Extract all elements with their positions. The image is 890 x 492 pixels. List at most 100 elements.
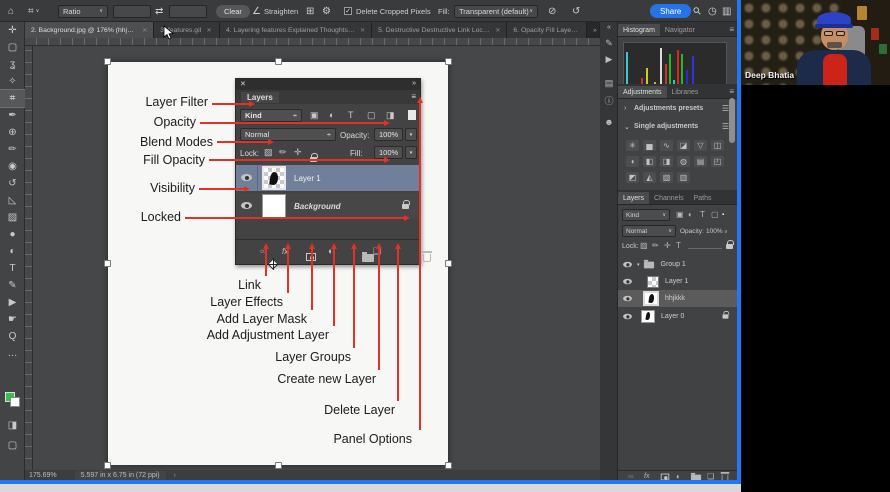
crop-handle[interactable] [104,260,111,267]
gradient-tool[interactable]: ▨ [0,209,25,226]
learn-panel-icon[interactable]: ✎ [600,38,618,49]
status-arrow-icon[interactable]: › [174,472,176,479]
fill-slider-track[interactable] [688,248,722,249]
crop-handle[interactable] [275,462,282,469]
reset-crop-icon[interactable]: ↺ [572,6,580,17]
crop-handle[interactable] [445,58,452,65]
adjustment-icon[interactable]: ◫ [711,140,724,151]
visibility-eye-icon[interactable] [623,314,632,320]
new-layer-icon[interactable]: ❏ [707,473,714,481]
layer-effects-icon[interactable]: fx [644,473,649,481]
layer-row-layer1[interactable]: Layer 1 [618,273,737,290]
tool-preset-chevron-icon[interactable]: ∨ [36,8,40,14]
straighten-icon[interactable]: ∠ [252,6,261,17]
search-icon[interactable]: ⚲ [691,5,704,18]
tab-adjustments[interactable]: Adjustments [618,86,667,98]
add-adjustment-layer-icon[interactable]: ◐ [676,473,681,481]
color-swatches[interactable] [5,392,21,408]
crop-handle[interactable] [104,58,111,65]
crop-handle[interactable] [104,462,111,469]
layer-name[interactable]: hhjkkk [665,295,685,302]
document-tab-opacity[interactable]: 6. Opacity Fill Layer Styles [507,22,587,38]
zoom-tool[interactable]: Q [0,328,25,345]
tab-layers[interactable]: Layers [618,192,649,204]
single-adjustments-row[interactable]: ⌄ Single adjustments ☰ [618,120,737,135]
add-layer-mask-icon[interactable] [661,474,670,481]
blur-tool[interactable]: ● [0,226,25,243]
document[interactable]: ✕ » Layers ≡ Kind ÷ ▣ ◐ T ▢ [108,62,448,465]
adjustment-icon[interactable]: ▧ [660,172,673,183]
type-tool[interactable]: T [0,260,25,277]
crop-handle[interactable] [445,462,452,469]
visibility-eye-icon[interactable] [623,262,632,268]
layers-filter-type-icon[interactable]: T [700,211,705,219]
history-clock-icon[interactable]: ◷ [708,6,717,17]
visibility-eye-icon[interactable] [623,279,632,285]
adjustment-icon[interactable]: ✳ [626,140,639,151]
canvas-area[interactable]: ✕ » Layers ≡ Kind ÷ ▣ ◐ T ▢ [33,46,600,470]
tab-histogram[interactable]: Histogram [618,24,660,36]
more-tabs-chevron-icon[interactable]: » [587,22,600,38]
tab-libraries[interactable]: Libraries [667,86,704,98]
screen-mode-icon[interactable]: ▢ [0,437,25,454]
adjustment-icon[interactable]: ◧ [643,156,656,167]
layer-row-group1[interactable]: ▾ Group 1 [618,256,737,273]
overlay-options-icon[interactable]: ⊞ [306,6,314,17]
pen-tool[interactable]: ✎ [0,277,25,294]
straighten-label[interactable]: Straighten [264,7,298,16]
close-tab-icon[interactable]: ✕ [360,27,365,34]
info-panel-icon[interactable]: ⓘ [600,94,618,107]
quick-selection-tool[interactable]: ✧ [0,73,25,90]
history-brush-tool[interactable]: ↺ [0,175,25,192]
document-tab-destructive[interactable]: 5. Destructive Destructive Link Locks Ex… [372,22,507,38]
eraser-tool[interactable]: ◺ [0,192,25,209]
delete-layer-icon[interactable] [722,475,729,482]
tab-paths[interactable]: Paths [689,192,717,204]
single-list-icon[interactable]: ☰ [722,123,729,131]
delete-cropped-checkbox[interactable]: ✓ [344,7,352,15]
clear-button[interactable]: Clear [216,5,250,18]
crop-handle[interactable] [445,260,452,267]
crop-height-input[interactable] [169,5,207,18]
lock-move-icon[interactable]: ✛ [664,242,671,250]
layers-blend-select[interactable]: Normal ∨ [622,225,676,237]
crop-tool-icon[interactable]: ⌗ [28,6,34,17]
layers-opacity-value[interactable]: 100% [706,228,723,235]
adjustment-icon[interactable]: ▽ [694,140,707,151]
layer-name[interactable]: Layer 1 [665,278,688,285]
dock-scrollbar-thumb[interactable] [729,98,735,143]
adjustment-icon[interactable]: ∿ [660,140,673,151]
fill-select[interactable]: Transparent (default)∨ [454,5,538,18]
lasso-tool[interactable]: ʓ [0,56,25,73]
layers-filter-shape-icon[interactable]: ▢ [711,211,719,219]
spot-healing-tool[interactable]: ⊕ [0,124,25,141]
adjustment-icon[interactable]: ◭ [643,172,656,183]
cancel-crop-icon[interactable]: ⊘ [548,6,556,17]
zoom-level[interactable]: 175.69% [29,472,57,479]
crop-handle[interactable] [275,58,282,65]
background-color-swatch[interactable] [10,397,20,407]
tab-channels[interactable]: Channels [649,192,689,204]
crop-settings-gear-icon[interactable]: ⚙ [322,6,331,17]
histogram-menu-icon[interactable]: ≡ [729,26,734,34]
document-tab-layering[interactable]: 4. Layering features Explained Thoughts … [220,22,372,38]
actions-panel-icon[interactable]: ▶ [600,54,618,65]
home-icon[interactable]: ⌂ [8,6,14,17]
crop-tool[interactable]: ⌗ [0,90,25,107]
adjustment-icon[interactable]: ◖ [626,156,639,167]
adjustment-icon[interactable]: ▥ [677,172,690,183]
visibility-eye-icon[interactable] [623,296,632,302]
group-expand-chevron-icon[interactable]: ▾ [637,262,640,268]
quick-mask-icon[interactable]: ◨ [0,417,25,434]
eyedropper-tool[interactable]: ✒ [0,107,25,124]
presets-list-icon[interactable]: ☰ [722,105,729,113]
layer-row-hhjkkk[interactable]: hhjkkk [618,290,737,307]
adjustment-icon[interactable]: ◨ [660,156,673,167]
layers-opacity-chevron-icon[interactable]: ∨ [724,228,728,236]
layers-filter-adjust-icon[interactable]: ◐ [688,211,693,219]
brush-tool[interactable]: ✏ [0,141,25,158]
adjustment-icon[interactable]: ▅ [643,140,656,151]
layers-filter-toggle-icon[interactable]: ▪ [722,211,724,219]
lock-transparent-icon[interactable]: ▨ [640,242,648,250]
adjustment-icon[interactable]: ◍ [677,156,690,167]
